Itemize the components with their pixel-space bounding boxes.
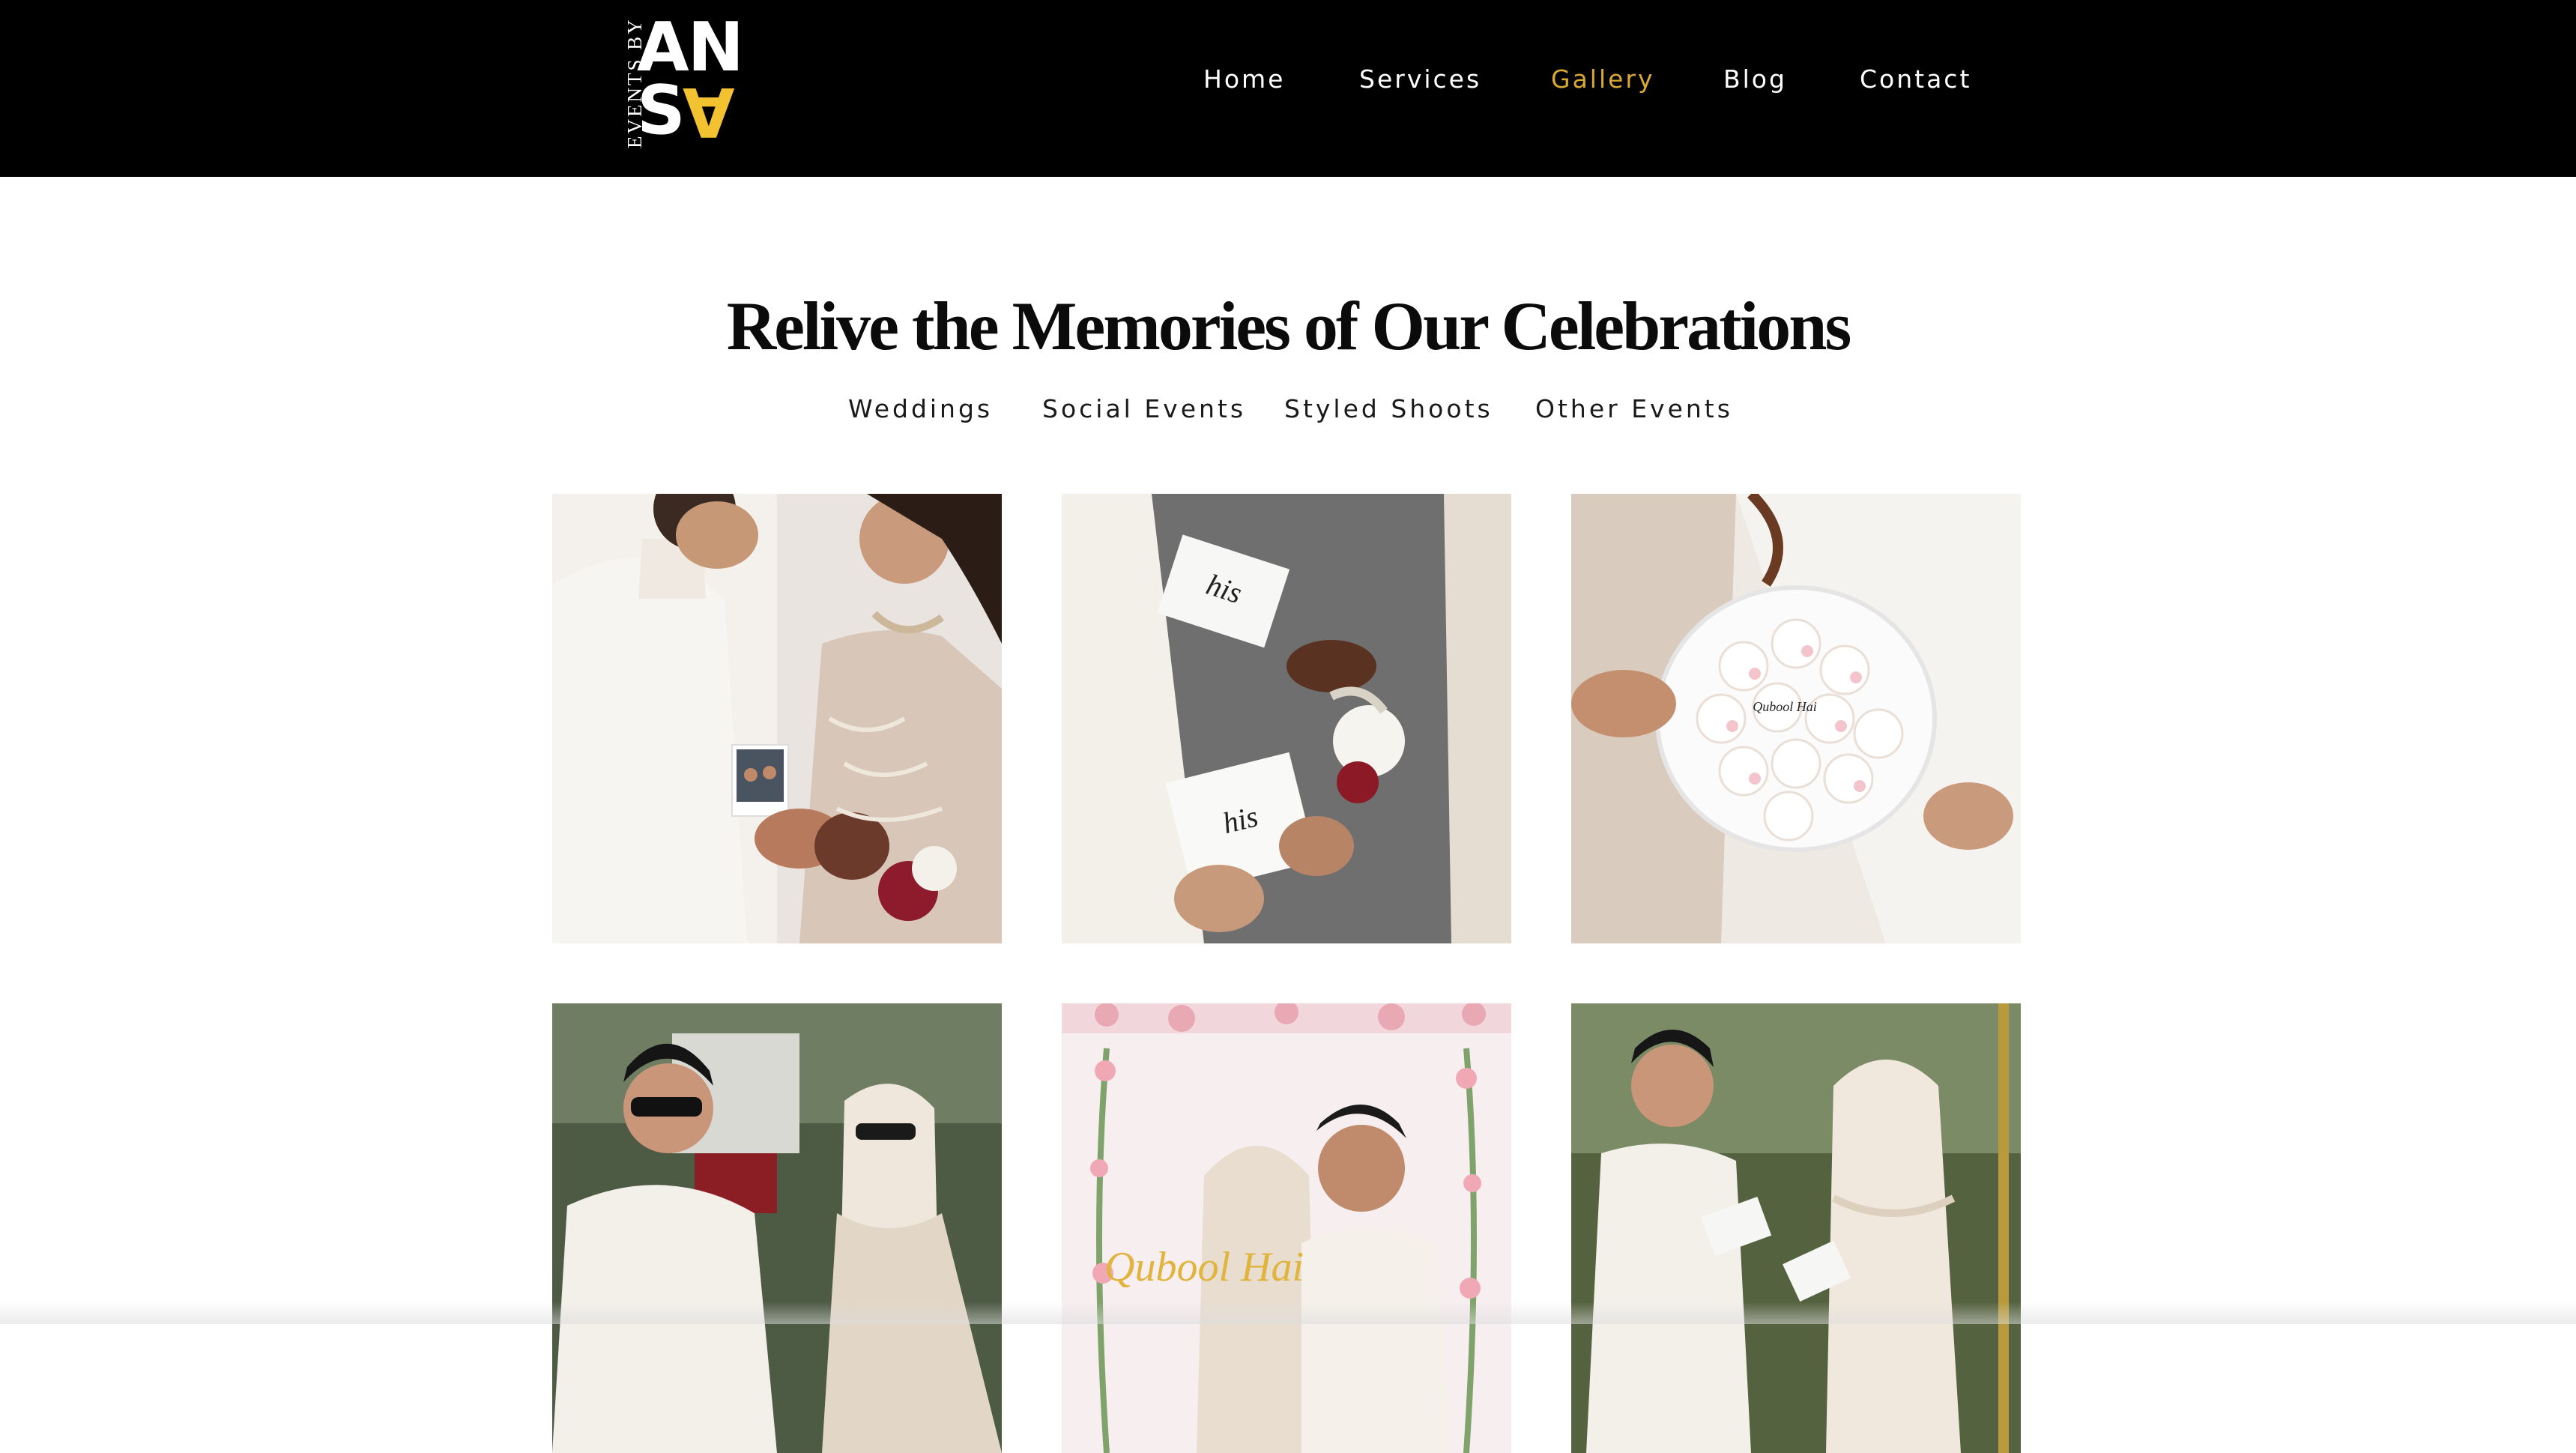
nav-contact[interactable]: Contact [1860, 64, 1971, 94]
nav-blog[interactable]: Blog [1723, 64, 1787, 94]
cookie-qubool-hai-text: Qubool Hai [1753, 699, 1817, 714]
filter-other-events[interactable]: Other Events [1535, 394, 1733, 423]
gallery-photo-vow-books[interactable]: his his [1062, 494, 1511, 943]
filter-social-events[interactable]: Social Events [1042, 394, 1246, 423]
photo-couple-reading-vows-image [1571, 1003, 2021, 1453]
filter-weddings[interactable]: Weddings [848, 394, 993, 423]
filter-styled-shoots[interactable]: Styled Shoots [1284, 394, 1493, 423]
gallery-photo-couple-reading-vows[interactable] [1571, 1003, 2021, 1453]
gallery-photo-cookies-tray[interactable]: Qubool Hai [1571, 494, 2021, 943]
logo-letter-a-inverted: A [683, 72, 735, 151]
photo-couple-polaroid-image [552, 494, 1002, 943]
logo-letter-s: S [637, 71, 686, 150]
nav-gallery[interactable]: Gallery [1551, 64, 1655, 94]
photo-cookies-tray-image: Qubool Hai [1571, 494, 2021, 943]
logo-mark: AN SA [637, 8, 764, 151]
site-logo[interactable]: EVENTS BY AN SA [608, 8, 766, 151]
gallery-filters: Weddings Social Events Styled Shoots Oth… [0, 394, 2576, 432]
site-header: EVENTS BY AN SA Home Services Gallery Bl… [0, 0, 2576, 177]
photo-couple-laughing-image [552, 1003, 1002, 1453]
photo-vow-books-image: his his [1062, 494, 1511, 943]
nav-home[interactable]: Home [1203, 64, 1285, 94]
qubool-hai-sign: Qubool Hai [1104, 1244, 1304, 1290]
page-title: Relive the Memories of Our Celebrations [726, 288, 1852, 364]
logo-line-an: AN [637, 8, 744, 87]
logo-line-sa: SA [637, 72, 764, 151]
gallery-photo-couple-laughing[interactable] [552, 1003, 1002, 1453]
photo-couple-floral-arch-image: Qubool Hai [1062, 1003, 1511, 1453]
gallery-photo-couple-floral-arch[interactable]: Qubool Hai [1062, 1003, 1511, 1453]
gallery-photo-couple-polaroid[interactable] [552, 494, 1002, 943]
nav-services[interactable]: Services [1359, 64, 1481, 94]
bottom-fade [0, 1302, 2576, 1324]
